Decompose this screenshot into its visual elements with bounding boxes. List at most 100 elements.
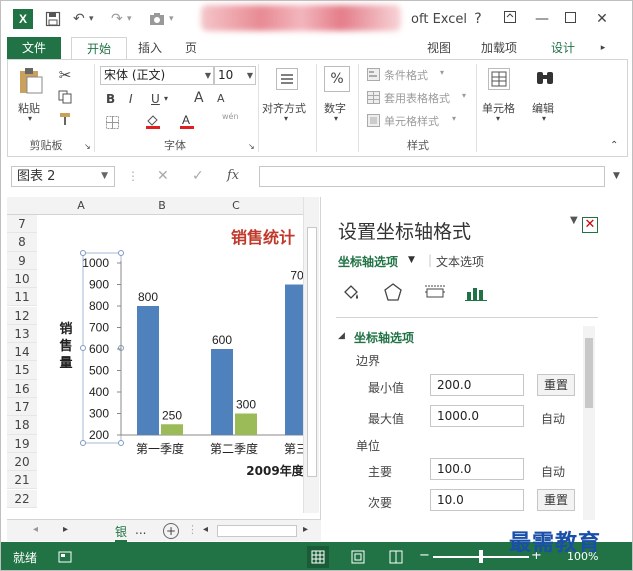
font-size-select[interactable]: 10 ▼ [214,66,256,85]
paste-icon[interactable] [16,66,46,96]
hscroll-left-icon[interactable]: ◂ [203,524,208,535]
minor-unit-input[interactable]: 10.0 [430,489,524,511]
minimize-button[interactable]: — [531,9,553,29]
number-dropdown-icon[interactable]: ▾ [334,114,338,123]
tab-design[interactable]: 设计 [541,37,585,59]
conditional-format-button[interactable]: 条件格式 [384,67,428,83]
italic-button[interactable]: I [129,92,133,106]
alignment-icon[interactable] [274,66,300,92]
major-auto-label[interactable]: 自动 [541,463,565,480]
cell-styles-dropdown-icon[interactable]: ▾ [452,114,456,123]
cells-icon[interactable] [486,66,512,92]
zoom-slider-thumb[interactable] [479,550,483,563]
row-header[interactable]: 16 [7,379,37,398]
row-header[interactable]: 20 [7,452,37,472]
maximum-input[interactable]: 1000.0 [430,405,524,427]
row-header[interactable]: 13 [7,324,37,344]
normal-view-icon[interactable] [307,546,329,568]
column-header-a[interactable]: A [37,197,125,215]
column-header-c[interactable]: C [199,197,273,215]
bold-button[interactable]: B [106,92,115,106]
copy-icon[interactable] [56,88,74,106]
row-header[interactable]: 22 [7,489,37,508]
clipboard-launcher-icon[interactable]: ↘ [84,142,91,151]
grow-font-button[interactable]: A [194,90,204,106]
row-header[interactable]: 14 [7,343,37,362]
cut-icon[interactable]: ✂ [56,66,74,84]
pane-scrollbar-thumb[interactable] [585,338,593,408]
major-unit-input[interactable]: 100.0 [430,458,524,480]
row-header[interactable]: 21 [7,471,37,490]
tab-view[interactable]: 视图 [419,37,459,59]
chart-title[interactable]: 销售统计 [231,224,295,248]
page-break-view-icon[interactable] [385,546,407,568]
fill-color-icon[interactable] [144,112,162,130]
row-header[interactable]: 7 [7,215,37,234]
macro-record-icon[interactable] [57,549,73,565]
qat-customize-icon[interactable]: ▾ [169,10,174,28]
horizontal-scrollbar-thumb[interactable] [217,525,297,537]
ribbon-display-button[interactable] [499,9,521,29]
minimum-reset-button[interactable]: 重置 [537,374,575,396]
save-icon[interactable] [45,10,61,28]
minor-reset-button[interactable]: 重置 [537,489,575,511]
fill-line-icon[interactable] [340,281,362,303]
insert-function-button[interactable]: fx [227,168,239,183]
row-header[interactable]: 10 [7,269,37,289]
font-color-icon[interactable]: A [178,112,196,130]
effects-icon[interactable] [382,281,404,303]
section-collapse-icon[interactable]: ◢ [338,331,345,341]
confirm-entry-icon[interactable]: ✓ [192,168,204,184]
scrollbar-thumb[interactable] [307,227,317,477]
row-header[interactable]: 17 [7,398,37,417]
section-axis-options[interactable]: 坐标轴选项 [354,329,414,346]
tab-insert[interactable]: 插入 [131,37,169,59]
help-button[interactable]: ? [467,9,489,29]
tab-splitter-icon[interactable]: ⋮ [187,523,198,536]
row-header[interactable]: 19 [7,434,37,453]
shrink-font-button[interactable]: A [217,92,225,105]
row-header[interactable]: 8 [7,233,37,252]
maximum-auto-label[interactable]: 自动 [541,410,565,427]
row-header[interactable]: 18 [7,416,37,435]
table-format-icon[interactable] [366,90,380,104]
conditional-format-dropdown-icon[interactable]: ▾ [440,68,444,77]
tab-text-options[interactable]: 文本选项 [436,253,484,270]
borders-icon[interactable] [104,114,120,130]
page-layout-view-icon[interactable] [347,546,369,568]
pane-options-dropdown-icon[interactable]: ▼ [570,215,578,226]
table-format-button[interactable]: 套用表格格式 [384,90,450,106]
sheet-tab[interactable]: 银 [115,523,128,542]
undo-dropdown-icon[interactable]: ▾ [89,10,94,28]
pane-scrollbar[interactable] [583,326,595,520]
sheet-vertical-scrollbar[interactable] [303,197,319,513]
font-name-select[interactable]: 宋体 (正文) ▼ [100,66,214,85]
phonetic-button[interactable]: wén [222,112,239,121]
sales-chart[interactable]: 1000 900 800 700 600 500 400 300 200 销售量第一季度 第二季度 第… [37,223,303,485]
cells-dropdown-icon[interactable]: ▾ [496,114,500,123]
formula-input[interactable] [259,166,605,187]
paste-dropdown-icon[interactable]: ▾ [28,114,32,123]
tab-page-layout[interactable]: 页 [183,37,199,59]
axis-options-dropdown-icon[interactable]: ▼ [408,255,415,265]
alignment-dropdown-icon[interactable]: ▾ [284,114,288,123]
tab-addins[interactable]: 加载项 [475,37,523,59]
row-header[interactable]: 12 [7,306,37,325]
table-format-dropdown-icon[interactable]: ▾ [462,91,466,100]
conditional-format-icon[interactable] [366,67,380,81]
underline-dropdown-icon[interactable]: ▾ [164,94,168,103]
minimum-input[interactable]: 200.0 [430,374,524,396]
select-all-corner[interactable] [7,197,37,215]
cancel-entry-icon[interactable]: ✕ [157,168,169,184]
tab-file[interactable]: 文件 [7,37,61,59]
redo-dropdown-icon[interactable]: ▾ [127,10,132,28]
row-header[interactable]: 11 [7,288,37,307]
row-header[interactable]: 9 [7,251,37,270]
underline-button[interactable]: U [151,92,160,106]
tab-scroll-right-icon[interactable]: ▸ [597,37,609,59]
collapse-ribbon-icon[interactable]: ⌃ [610,140,618,151]
row-header[interactable]: 15 [7,361,37,380]
tab-home[interactable]: 开始 [71,37,127,59]
font-launcher-icon[interactable]: ↘ [248,142,255,151]
editing-dropdown-icon[interactable]: ▾ [542,114,546,123]
